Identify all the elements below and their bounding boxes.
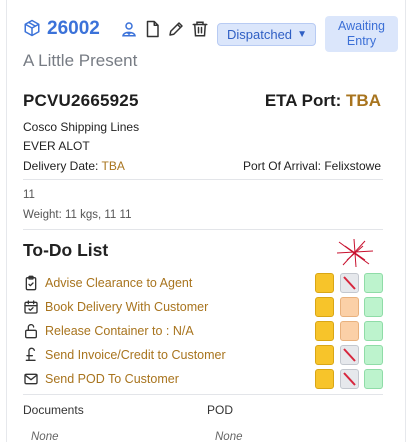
todo-item: Book Delivery With Customer	[23, 296, 393, 318]
pod-label: POD	[207, 403, 234, 417]
status-chip-not-applicable[interactable]	[340, 345, 359, 365]
chevron-down-icon: ▼	[297, 29, 307, 40]
arrival-label: Port Of Arrival:	[242, 159, 321, 173]
weight-info: Weight: 11 kgs, 11 11	[23, 209, 132, 221]
todo-item: Release Container to : N/A	[23, 320, 393, 342]
trash-icon[interactable]	[191, 20, 209, 38]
eta-value: TBA	[346, 91, 381, 110]
status-dropdown[interactable]: Dispatched ▼	[217, 23, 316, 46]
status-chip-complete[interactable]	[364, 321, 383, 341]
document-icon[interactable]	[143, 20, 161, 38]
slash-icon	[343, 348, 356, 362]
pound-icon	[25, 347, 36, 361]
user-badge-icon[interactable]	[120, 20, 138, 38]
slash-icon	[343, 372, 356, 386]
status-chip-complete[interactable]	[364, 345, 383, 365]
status-chip-pending[interactable]	[315, 369, 334, 389]
todo-item: Send Invoice/Credit to Customer	[23, 344, 393, 366]
todo-item-label[interactable]: Send Invoice/Credit to Customer	[45, 348, 226, 362]
todo-item-label[interactable]: Release Container to : N/A	[45, 324, 194, 338]
calendar-check-icon	[24, 300, 38, 314]
package-count: 11	[23, 189, 35, 201]
container-number: PCVU2665925	[23, 91, 139, 110]
envelope-icon	[24, 373, 38, 385]
pod-value: None	[215, 431, 243, 442]
status-chip-complete[interactable]	[364, 369, 383, 389]
badge-line-2: Entry	[346, 34, 377, 48]
vessel-name: EVER ALOT	[23, 139, 90, 153]
divider	[23, 394, 383, 395]
todo-item: Send POD To Customer	[23, 368, 393, 390]
status-chip-pending[interactable]	[315, 345, 334, 365]
carrier-name: Cosco Shipping Lines	[23, 120, 140, 134]
todo-item-label[interactable]: Book Delivery With Customer	[45, 300, 208, 314]
arrival-value: Felixstowe	[324, 159, 381, 173]
todo-item-label[interactable]: Send POD To Customer	[45, 372, 179, 386]
eta-port: ETA Port: TBA	[265, 91, 381, 111]
status-chip-pending[interactable]	[315, 297, 334, 317]
todo-title: To-Do List	[23, 240, 109, 260]
package-icon	[24, 19, 40, 37]
status-chip-complete[interactable]	[364, 297, 383, 317]
status-chip-in-progress[interactable]	[340, 297, 359, 317]
pencil-icon[interactable]	[167, 20, 185, 38]
status-chip-in-progress[interactable]	[340, 321, 359, 341]
todo-item: Advise Clearance to Agent	[23, 272, 393, 294]
delivery-date: Delivery Date: TBA	[23, 159, 125, 173]
red-scribble-mark	[336, 238, 374, 268]
slash-icon	[343, 276, 356, 290]
status-value: Dispatched	[227, 27, 293, 42]
eta-label: ETA Port:	[264, 91, 342, 110]
delivery-value: TBA	[101, 159, 125, 173]
shipment-subtitle: A Little Present	[23, 51, 138, 70]
documents-label: Documents	[23, 403, 84, 417]
clipboard-check-icon	[25, 275, 37, 291]
delivery-label: Delivery Date:	[23, 159, 99, 173]
status-chip-not-applicable[interactable]	[340, 273, 359, 293]
header-bar: 26002 Dispatched ▼ Awaiting Entry	[23, 16, 403, 52]
port-of-arrival: Port Of Arrival: Felixstowe	[243, 159, 381, 173]
awaiting-entry-badge[interactable]: Awaiting Entry	[325, 16, 398, 52]
documents-value: None	[31, 431, 59, 442]
status-chip-not-applicable[interactable]	[340, 369, 359, 389]
status-chip-complete[interactable]	[364, 273, 383, 293]
shipment-card: 26002 Dispatched ▼ Awaiting Entry A Litt…	[6, 0, 406, 442]
divider	[23, 179, 383, 180]
unlock-icon	[25, 323, 37, 339]
status-chip-pending[interactable]	[315, 273, 334, 293]
status-chip-pending[interactable]	[315, 321, 334, 341]
divider	[23, 229, 383, 230]
todo-item-label[interactable]: Advise Clearance to Agent	[45, 276, 192, 290]
badge-line-1: Awaiting	[337, 19, 386, 33]
reference-number[interactable]: 26002	[47, 16, 100, 42]
